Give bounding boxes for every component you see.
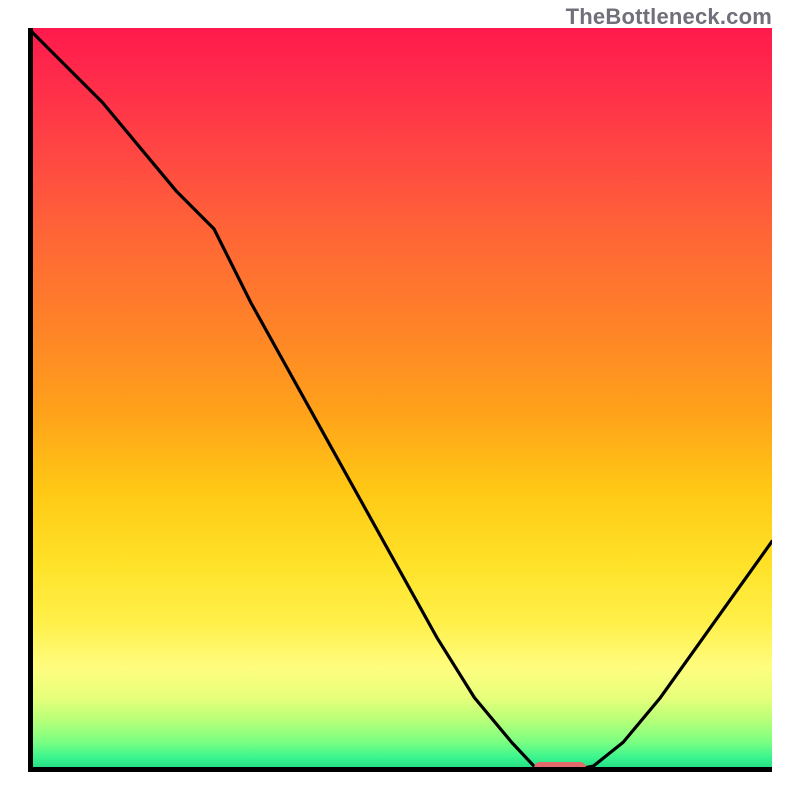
bottleneck-curve bbox=[28, 28, 772, 771]
bottleneck-chart: TheBottleneck.com bbox=[0, 0, 800, 800]
watermark-text: TheBottleneck.com bbox=[566, 4, 772, 30]
optimal-marker bbox=[534, 762, 586, 772]
plot-area bbox=[28, 28, 772, 772]
curve-layer bbox=[28, 28, 772, 772]
